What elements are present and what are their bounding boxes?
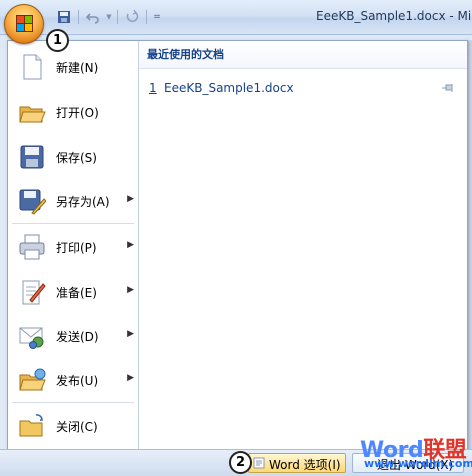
callout-marker-1: 1 xyxy=(46,29,69,52)
save-as-icon xyxy=(18,187,47,215)
submenu-arrow-icon: ▶ xyxy=(127,373,134,383)
submenu-arrow-icon: ▶ xyxy=(127,285,134,295)
word-options-label: Word 选项(I) xyxy=(269,458,341,472)
options-icon xyxy=(253,457,265,469)
chevron-down-icon[interactable]: ▼ xyxy=(105,7,113,27)
send-icon xyxy=(18,322,46,350)
prepare-icon xyxy=(18,278,46,306)
word-options-button[interactable]: Word 选项(I) xyxy=(248,453,346,473)
menu-divider xyxy=(12,402,134,403)
menu-item-label: 新建(N) xyxy=(56,61,99,75)
recent-documents-heading: 最近使用的文档 xyxy=(139,41,467,69)
quick-access-toolbar: ▼ = xyxy=(54,7,163,27)
menu-item-print[interactable]: 打印(P) ▶ xyxy=(12,227,134,267)
exit-word-label: 退出 Word(X) xyxy=(377,458,454,472)
close-folder-icon xyxy=(18,412,46,440)
menu-item-label: 准备(E) xyxy=(56,286,97,300)
callout-marker-2: 2 xyxy=(229,451,252,474)
submenu-arrow-icon: ▶ xyxy=(127,329,134,339)
pin-icon[interactable] xyxy=(441,82,455,92)
menu-item-label: 发布(U) xyxy=(56,374,99,388)
save-disk-icon xyxy=(18,143,46,171)
menu-item-open[interactable]: 打开(O) xyxy=(12,92,134,132)
new-document-icon xyxy=(18,53,46,81)
menu-item-label: 打开(O) xyxy=(56,106,99,120)
qat-separator xyxy=(78,10,79,24)
menu-item-publish[interactable]: 发布(U) ▶ xyxy=(12,360,134,400)
menu-item-label: 保存(S) xyxy=(56,151,97,165)
menu-item-save[interactable]: 保存(S) xyxy=(12,137,134,177)
menu-item-prepare[interactable]: 准备(E) ▶ xyxy=(12,272,134,312)
qat-separator xyxy=(117,10,118,24)
document-title: EeeKB_Sample1.docx - Mi xyxy=(316,9,472,23)
office-logo-icon xyxy=(16,15,33,32)
save-icon[interactable] xyxy=(54,7,74,27)
exit-word-button[interactable]: 退出 Word(X) xyxy=(352,453,464,473)
recent-item-number: 1 xyxy=(149,81,157,95)
menu-item-label: 关闭(C) xyxy=(56,420,98,434)
office-button[interactable] xyxy=(4,4,44,44)
menu-item-label: 发送(D) xyxy=(56,330,99,344)
recent-document-item[interactable]: 1 EeeKB_Sample1.docx xyxy=(139,77,467,99)
recent-item-name: EeeKB_Sample1.docx xyxy=(164,81,294,95)
redo-icon[interactable] xyxy=(122,7,142,27)
menu-item-label: 打印(P) xyxy=(56,241,97,255)
office-menu: 新建(N) 打开(O) 保存(S) 另存为(A) ▶ 打印(P) ▶ 准备(E)… xyxy=(7,40,468,451)
submenu-arrow-icon: ▶ xyxy=(127,240,134,250)
qat-separator xyxy=(146,10,147,24)
recent-documents-panel: 最近使用的文档 1 EeeKB_Sample1.docx xyxy=(139,41,467,450)
dropdown-icon[interactable]: = xyxy=(151,7,163,27)
title-bar: ▼ = EeeKB_Sample1.docx - Mi xyxy=(0,0,472,35)
printer-icon xyxy=(18,233,46,261)
open-folder-icon xyxy=(18,98,46,126)
menu-item-send[interactable]: 发送(D) ▶ xyxy=(12,316,134,356)
menu-divider xyxy=(12,223,134,224)
command-list: 新建(N) 打开(O) 保存(S) 另存为(A) ▶ 打印(P) ▶ 准备(E)… xyxy=(8,41,136,450)
publish-icon xyxy=(18,366,46,394)
submenu-arrow-icon: ▶ xyxy=(127,194,134,204)
menu-item-label: 另存为(A) xyxy=(56,195,110,209)
undo-icon[interactable] xyxy=(83,7,103,27)
menu-item-close[interactable]: 关闭(C) xyxy=(12,406,134,446)
menu-item-new[interactable]: 新建(N) xyxy=(12,47,134,87)
menu-item-save-as[interactable]: 另存为(A) ▶ xyxy=(12,181,134,221)
